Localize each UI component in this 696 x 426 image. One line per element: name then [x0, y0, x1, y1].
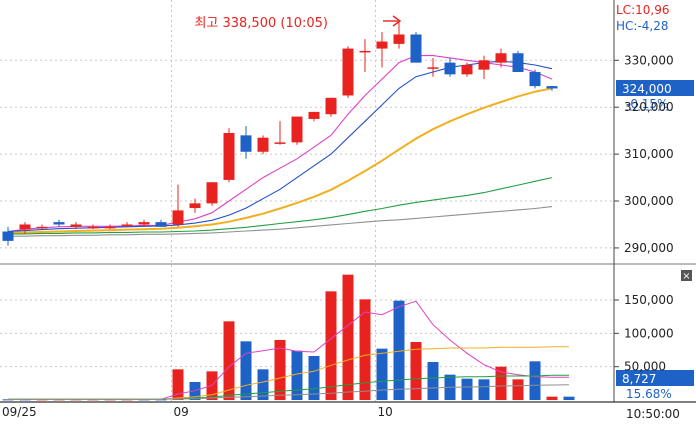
volume-bar: [376, 348, 388, 400]
candle-body: [257, 137, 269, 152]
volume-tick-label: 150,000: [624, 293, 674, 307]
candle-body: [478, 60, 490, 70]
volume-bar: [325, 291, 337, 400]
candle-body: [53, 222, 65, 225]
close-icon: ×: [682, 271, 690, 282]
volume-bar: [342, 274, 354, 400]
volume-bar: [427, 362, 439, 400]
volume-bar: [461, 378, 473, 400]
x-axis-label: 10: [378, 405, 393, 419]
candle-body: [376, 41, 388, 49]
candle-body: [155, 222, 167, 227]
price-tick-label: 300,000: [624, 194, 674, 208]
candle-body: [546, 86, 558, 89]
price-panel-bg: [0, 0, 614, 262]
candle-body: [138, 222, 150, 225]
candle-body: [325, 97, 337, 115]
candle-body: [70, 224, 82, 227]
candle-body: [427, 67, 439, 69]
high-price-annotation: 최고 338,500 (10:05): [194, 16, 328, 31]
candle-body: [393, 34, 405, 44]
time-label: 10:50:00: [626, 407, 680, 421]
price-tick-label: 330,000: [624, 53, 674, 67]
candle-body: [461, 64, 473, 75]
candle-body: [410, 34, 422, 63]
volume-bar: [240, 341, 252, 400]
volume-bar: [546, 396, 558, 400]
candle-body: [206, 182, 218, 204]
candle-body: [189, 203, 201, 209]
x-axis-bar: [0, 402, 696, 426]
volume-tick-label: 100,000: [624, 326, 674, 340]
candle-body: [87, 226, 99, 229]
current-volume-pct: 15.68%: [626, 387, 672, 401]
candle-body: [529, 72, 541, 87]
price-tick-label: 290,000: [624, 241, 674, 255]
x-axis-label: 09/25: [2, 405, 37, 419]
volume-bar: [512, 379, 524, 400]
candle-body: [512, 53, 524, 73]
volume-bar: [223, 321, 235, 400]
stock-chart: × 최고 338,500 (10:05) LC:10,96 HC:-4,28 3…: [0, 0, 696, 426]
volume-bar: [563, 396, 575, 400]
candle-body: [19, 224, 31, 230]
x-axis-label: 09: [174, 405, 189, 419]
candle-body: [172, 210, 184, 225]
current-price-text: 324,000: [622, 82, 672, 96]
volume-bar: [393, 300, 405, 400]
candle-body: [342, 48, 354, 96]
candle-body: [359, 50, 371, 53]
candle-body: [240, 135, 252, 152]
candle-body: [291, 116, 303, 143]
volume-bar: [529, 361, 541, 400]
chart-window: × 최고 338,500 (10:05) LC:10,96 HC:-4,28 3…: [0, 0, 696, 426]
candle-body: [444, 62, 456, 75]
candle-body: [274, 142, 286, 144]
hc-label: HC:-4,28: [616, 19, 669, 33]
price-tick-label: 310,000: [624, 147, 674, 161]
current-volume-text: 8,727: [622, 372, 656, 386]
price-tick-label: 320,000: [624, 100, 674, 114]
candle-body: [223, 133, 235, 180]
candle-body: [121, 224, 133, 226]
candle-body: [36, 226, 48, 229]
volume-tick-label: 50,000: [624, 360, 666, 374]
candle-body: [2, 231, 14, 241]
lc-label: LC:10,96: [616, 3, 669, 17]
candle-body: [495, 53, 507, 63]
candle-body: [104, 226, 116, 229]
volume-bar: [478, 379, 490, 400]
volume-bar: [410, 342, 422, 400]
candle-body: [308, 111, 320, 119]
